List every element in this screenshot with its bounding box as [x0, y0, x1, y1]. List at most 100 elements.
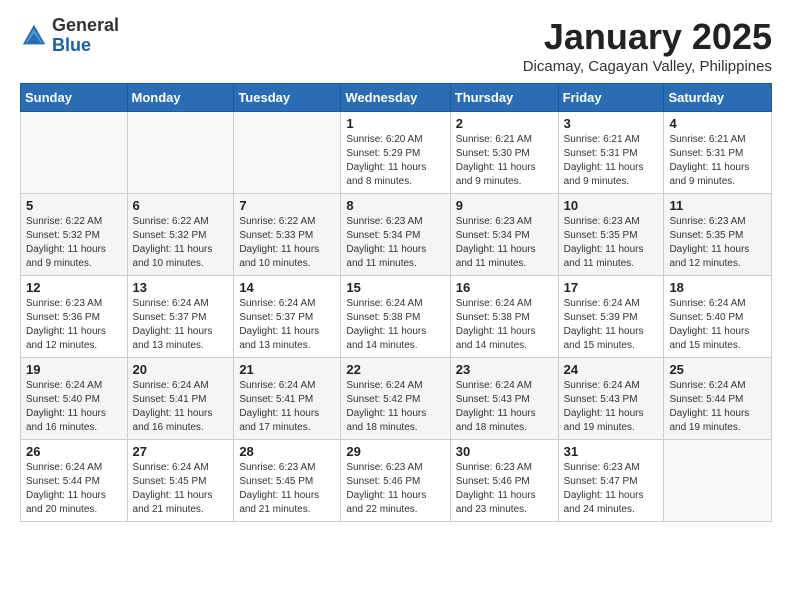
- day-info: Sunrise: 6:23 AM Sunset: 5:46 PM Dayligh…: [346, 461, 444, 517]
- calendar-cell: 22Sunrise: 6:24 AM Sunset: 5:42 PM Dayli…: [341, 358, 450, 440]
- calendar-cell: 3 Sunrise: 6:21 AM Sunset: 5:31 PM Daylig…: [558, 112, 664, 194]
- day-info: Sunrise: 6:22 AM Sunset: 5:32 PM Dayligh…: [26, 215, 122, 271]
- calendar-cell: 1Sunrise: 6:20 AM Sunset: 5:29 PM Daylig…: [341, 112, 450, 194]
- day-number: 12: [26, 280, 122, 295]
- day-info: Sunrise: 6:24 AM Sunset: 5:41 PM Dayligh…: [239, 379, 335, 435]
- calendar-week-row: 1Sunrise: 6:20 AM Sunset: 5:29 PM Daylig…: [21, 112, 772, 194]
- day-info: Sunrise: 6:24 AM Sunset: 5:43 PM Dayligh…: [564, 379, 659, 435]
- calendar-day-header: Thursday: [450, 84, 558, 112]
- calendar-cell: 28 Sunrise: 6:23 AM Sunset: 5:45 PM Dayli…: [234, 440, 341, 522]
- day-number: 7: [239, 198, 335, 213]
- calendar-cell: [21, 112, 128, 194]
- calendar-cell: 5 Sunrise: 6:22 AM Sunset: 5:32 PM Daylig…: [21, 194, 128, 276]
- day-info: Sunrise: 6:24 AM Sunset: 5:39 PM Dayligh…: [564, 297, 659, 353]
- calendar-cell: 30 Sunrise: 6:23 AM Sunset: 5:46 PM Dayli…: [450, 440, 558, 522]
- day-info: Sunrise: 6:20 AM Sunset: 5:29 PM Dayligh…: [346, 133, 444, 189]
- calendar-week-row: 5 Sunrise: 6:22 AM Sunset: 5:32 PM Daylig…: [21, 194, 772, 276]
- day-number: 3: [564, 116, 659, 131]
- day-number: 5: [26, 198, 122, 213]
- calendar-cell: [234, 112, 341, 194]
- page-header: General Blue January 2025 Dicamay, Cagay…: [20, 16, 772, 75]
- day-number: 22: [346, 362, 444, 377]
- calendar-cell: 25 Sunrise: 6:24 AM Sunset: 5:44 PM Dayli…: [664, 358, 772, 440]
- day-info: Sunrise: 6:23 AM Sunset: 5:34 PM Dayligh…: [456, 215, 553, 271]
- calendar-cell: 18 Sunrise: 6:24 AM Sunset: 5:40 PM Dayli…: [664, 276, 772, 358]
- day-number: 16: [456, 280, 553, 295]
- calendar-cell: 17 Sunrise: 6:24 AM Sunset: 5:39 PM Dayli…: [558, 276, 664, 358]
- calendar-cell: 4 Sunrise: 6:21 AM Sunset: 5:31 PM Daylig…: [664, 112, 772, 194]
- day-info: Sunrise: 6:24 AM Sunset: 5:41 PM Dayligh…: [133, 379, 229, 435]
- calendar-cell: 24 Sunrise: 6:24 AM Sunset: 5:43 PM Dayli…: [558, 358, 664, 440]
- day-info: Sunrise: 6:23 AM Sunset: 5:35 PM Dayligh…: [564, 215, 659, 271]
- day-number: 23: [456, 362, 553, 377]
- day-number: 21: [239, 362, 335, 377]
- calendar-cell: 6Sunrise: 6:22 AM Sunset: 5:32 PM Daylig…: [127, 194, 234, 276]
- day-number: 17: [564, 280, 659, 295]
- day-info: Sunrise: 6:24 AM Sunset: 5:40 PM Dayligh…: [26, 379, 122, 435]
- calendar-cell: 26 Sunrise: 6:24 AM Sunset: 5:44 PM Dayli…: [21, 440, 128, 522]
- day-number: 11: [669, 198, 766, 213]
- day-number: 24: [564, 362, 659, 377]
- day-number: 18: [669, 280, 766, 295]
- calendar-day-header: Friday: [558, 84, 664, 112]
- day-info: Sunrise: 6:24 AM Sunset: 5:37 PM Dayligh…: [133, 297, 229, 353]
- calendar-cell: 19 Sunrise: 6:24 AM Sunset: 5:40 PM Dayli…: [21, 358, 128, 440]
- month-title: January 2025: [523, 16, 772, 58]
- calendar-header-row: SundayMondayTuesdayWednesdayThursdayFrid…: [21, 84, 772, 112]
- day-info: Sunrise: 6:24 AM Sunset: 5:38 PM Dayligh…: [346, 297, 444, 353]
- day-info: Sunrise: 6:21 AM Sunset: 5:31 PM Dayligh…: [669, 133, 766, 189]
- day-number: 4: [669, 116, 766, 131]
- logo-blue-text: Blue: [52, 36, 119, 56]
- title-block: January 2025 Dicamay, Cagayan Valley, Ph…: [523, 16, 772, 75]
- day-number: 31: [564, 444, 659, 459]
- calendar-day-header: Wednesday: [341, 84, 450, 112]
- day-info: Sunrise: 6:24 AM Sunset: 5:37 PM Dayligh…: [239, 297, 335, 353]
- day-info: Sunrise: 6:23 AM Sunset: 5:47 PM Dayligh…: [564, 461, 659, 517]
- day-info: Sunrise: 6:24 AM Sunset: 5:44 PM Dayligh…: [26, 461, 122, 517]
- calendar-week-row: 12 Sunrise: 6:23 AM Sunset: 5:36 PM Dayli…: [21, 276, 772, 358]
- day-info: Sunrise: 6:24 AM Sunset: 5:45 PM Dayligh…: [133, 461, 229, 517]
- calendar-cell: 9Sunrise: 6:23 AM Sunset: 5:34 PM Daylig…: [450, 194, 558, 276]
- day-number: 25: [669, 362, 766, 377]
- logo-icon: [20, 22, 48, 50]
- day-info: Sunrise: 6:23 AM Sunset: 5:36 PM Dayligh…: [26, 297, 122, 353]
- calendar-week-row: 19 Sunrise: 6:24 AM Sunset: 5:40 PM Dayli…: [21, 358, 772, 440]
- day-number: 15: [346, 280, 444, 295]
- calendar-day-header: Sunday: [21, 84, 128, 112]
- calendar-cell: 2Sunrise: 6:21 AM Sunset: 5:30 PM Daylig…: [450, 112, 558, 194]
- logo-text: General Blue: [52, 16, 119, 56]
- calendar-table: SundayMondayTuesdayWednesdayThursdayFrid…: [20, 83, 772, 522]
- day-info: Sunrise: 6:22 AM Sunset: 5:33 PM Dayligh…: [239, 215, 335, 271]
- day-info: Sunrise: 6:23 AM Sunset: 5:35 PM Dayligh…: [669, 215, 766, 271]
- calendar-cell: [664, 440, 772, 522]
- day-info: Sunrise: 6:23 AM Sunset: 5:46 PM Dayligh…: [456, 461, 553, 517]
- day-number: 19: [26, 362, 122, 377]
- day-info: Sunrise: 6:24 AM Sunset: 5:44 PM Dayligh…: [669, 379, 766, 435]
- logo: General Blue: [20, 16, 119, 56]
- day-number: 10: [564, 198, 659, 213]
- calendar-cell: 31 Sunrise: 6:23 AM Sunset: 5:47 PM Dayli…: [558, 440, 664, 522]
- day-number: 29: [346, 444, 444, 459]
- calendar-cell: 21 Sunrise: 6:24 AM Sunset: 5:41 PM Dayli…: [234, 358, 341, 440]
- calendar-cell: 12 Sunrise: 6:23 AM Sunset: 5:36 PM Dayli…: [21, 276, 128, 358]
- calendar-week-row: 26 Sunrise: 6:24 AM Sunset: 5:44 PM Dayli…: [21, 440, 772, 522]
- day-info: Sunrise: 6:21 AM Sunset: 5:31 PM Dayligh…: [564, 133, 659, 189]
- day-number: 14: [239, 280, 335, 295]
- day-number: 27: [133, 444, 229, 459]
- day-number: 13: [133, 280, 229, 295]
- day-number: 26: [26, 444, 122, 459]
- day-info: Sunrise: 6:24 AM Sunset: 5:43 PM Dayligh…: [456, 379, 553, 435]
- day-number: 30: [456, 444, 553, 459]
- day-number: 6: [133, 198, 229, 213]
- day-info: Sunrise: 6:23 AM Sunset: 5:45 PM Dayligh…: [239, 461, 335, 517]
- calendar-day-header: Monday: [127, 84, 234, 112]
- logo-general-text: General: [52, 16, 119, 36]
- calendar-day-header: Tuesday: [234, 84, 341, 112]
- day-number: 2: [456, 116, 553, 131]
- calendar-cell: 10 Sunrise: 6:23 AM Sunset: 5:35 PM Dayli…: [558, 194, 664, 276]
- day-number: 20: [133, 362, 229, 377]
- day-number: 28: [239, 444, 335, 459]
- calendar-cell: 29 Sunrise: 6:23 AM Sunset: 5:46 PM Dayli…: [341, 440, 450, 522]
- calendar-cell: 23 Sunrise: 6:24 AM Sunset: 5:43 PM Dayli…: [450, 358, 558, 440]
- day-info: Sunrise: 6:24 AM Sunset: 5:40 PM Dayligh…: [669, 297, 766, 353]
